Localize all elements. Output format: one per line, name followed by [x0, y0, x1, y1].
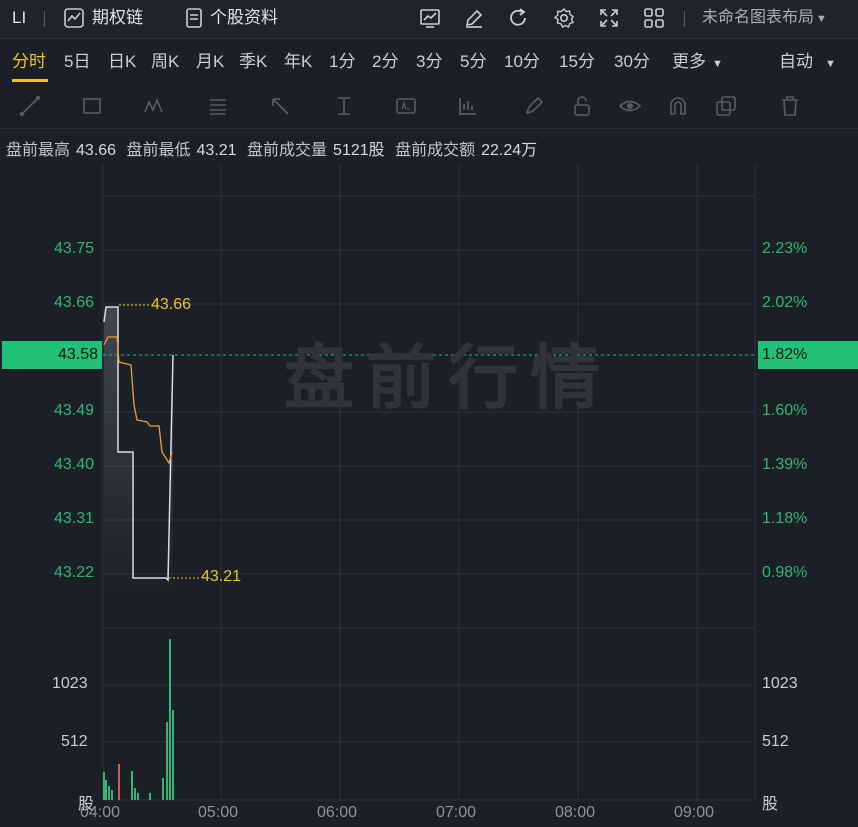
price-tick: 43.40: [53, 456, 94, 473]
volume-bar: [111, 790, 113, 800]
volume-tick: 1023: [52, 675, 88, 692]
time-tick: 06:00: [317, 804, 358, 821]
volume-bar: [172, 710, 174, 800]
volume-bar: [131, 771, 133, 800]
premarket-watermark: 盘前行情: [284, 339, 612, 417]
volume-bar: [134, 788, 136, 800]
price-tick: 43.75: [53, 240, 94, 257]
volume-bar: [108, 786, 110, 800]
time-tick: 08:00: [555, 804, 596, 821]
volume-bar: [103, 772, 105, 800]
volume-bar: [166, 722, 168, 800]
current-percent-value: 1.82%: [762, 346, 808, 363]
time-tick: 04:00: [80, 804, 121, 821]
volume-bar: [118, 764, 120, 800]
high-marker-label: 43.66: [151, 296, 192, 313]
volume-bar: [169, 639, 171, 800]
price-tick: 43.66: [53, 294, 94, 311]
current-percent-badge: 1.82%: [758, 341, 858, 369]
volume-tick: 512: [61, 733, 88, 750]
percent-tick: 2.02%: [762, 294, 808, 311]
percent-tick: 2.23%: [762, 240, 808, 257]
volume-bar: [149, 793, 151, 800]
price-tick: 43.49: [53, 402, 94, 419]
percent-tick: 1.60%: [762, 402, 808, 419]
percent-tick: 1.18%: [762, 510, 808, 527]
price-tick: 43.31: [53, 510, 94, 527]
volume-tick: 1023: [762, 675, 798, 692]
percent-tick: 1.39%: [762, 456, 808, 473]
volume-bar: [162, 778, 164, 800]
current-price-badge: 43.58: [2, 341, 102, 369]
volume-bars: [103, 639, 174, 800]
percent-tick: 0.98%: [762, 564, 808, 581]
time-tick: 07:00: [436, 804, 477, 821]
current-price-value: 43.58: [57, 346, 98, 363]
volume-bar: [105, 780, 107, 800]
time-tick: 05:00: [198, 804, 239, 821]
low-marker-label: 43.21: [201, 568, 242, 585]
volume-unit: 股: [762, 796, 779, 813]
volume-bar: [137, 793, 139, 800]
price-tick: 43.22: [53, 564, 94, 581]
time-tick: 09:00: [674, 804, 715, 821]
volume-tick: 512: [762, 733, 789, 750]
